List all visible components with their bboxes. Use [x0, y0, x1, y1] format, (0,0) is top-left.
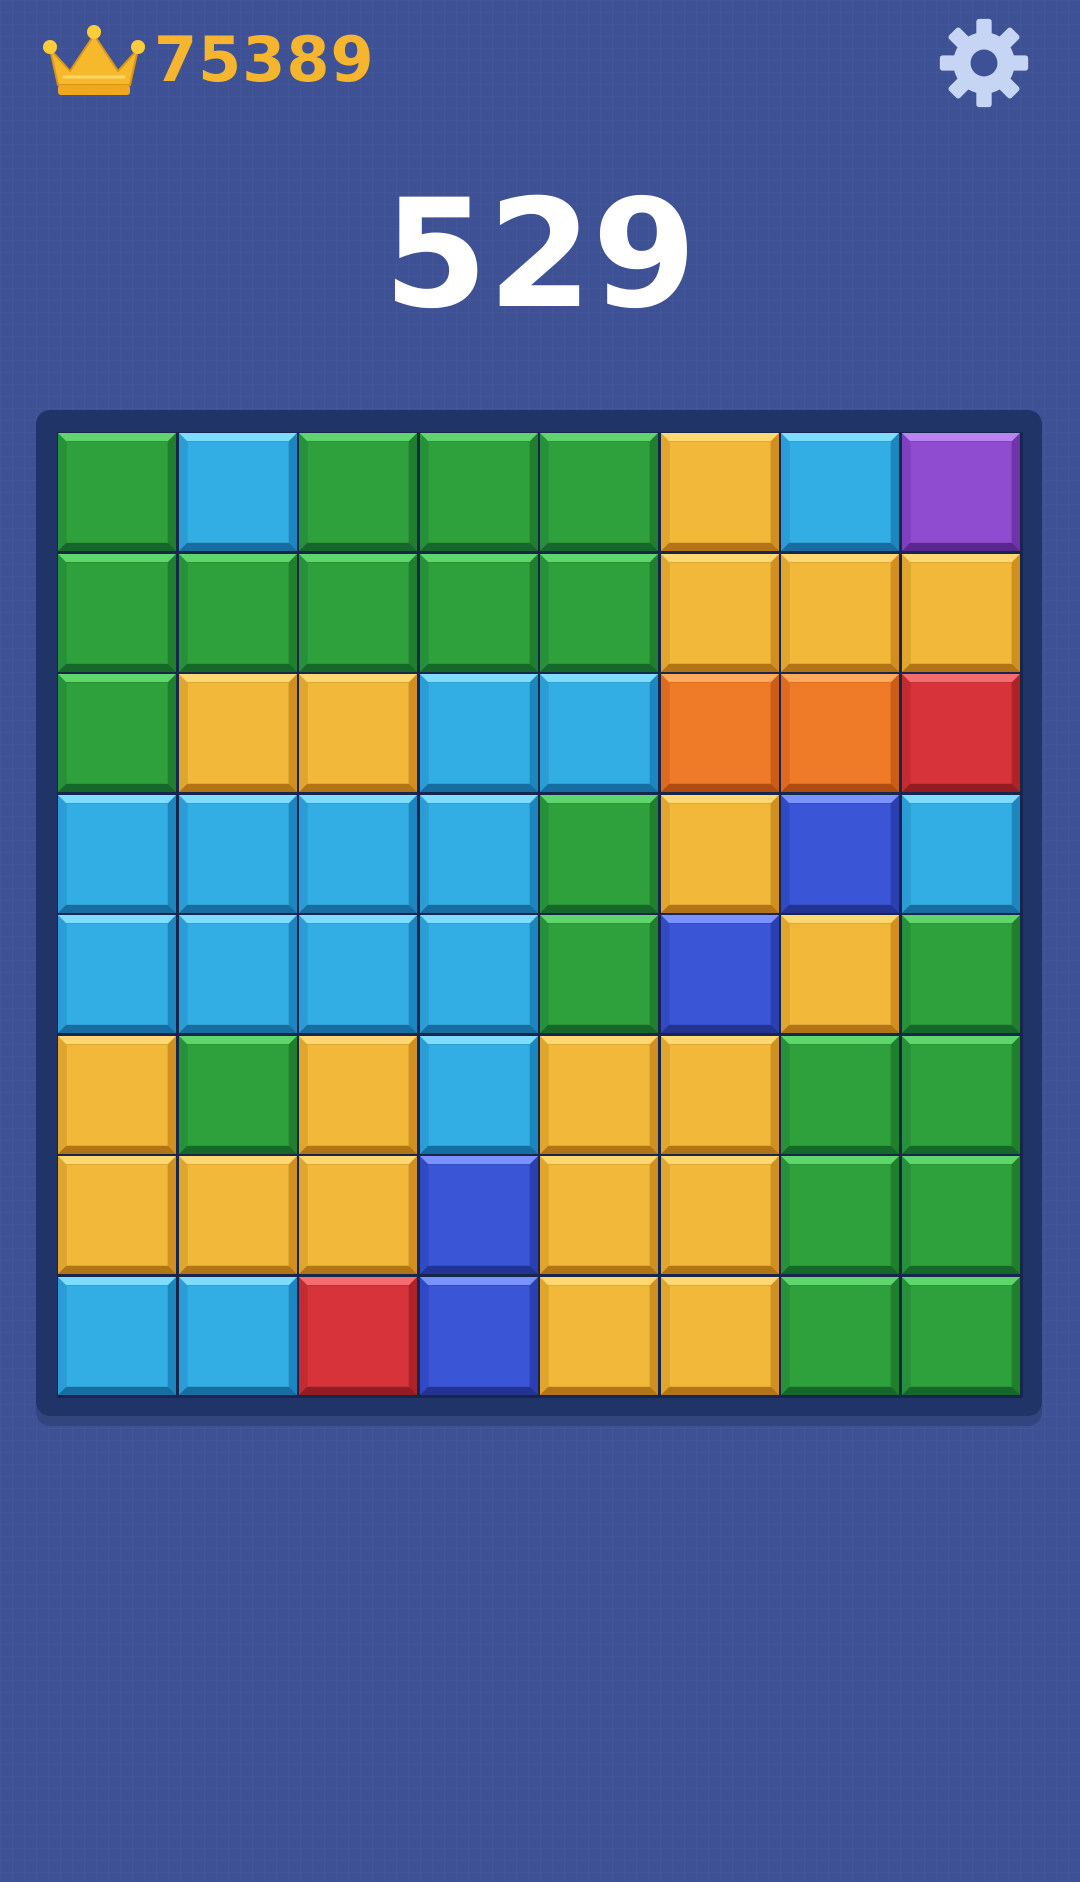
block-yellow[interactable] [902, 554, 1020, 672]
block-green[interactable] [58, 433, 176, 551]
block-yellow[interactable] [58, 1036, 176, 1154]
block-blue[interactable] [781, 795, 899, 913]
best-score-display: 75389 [40, 16, 375, 104]
block-yellow[interactable] [661, 1036, 779, 1154]
block-blue[interactable] [420, 1277, 538, 1395]
block-yellow[interactable] [540, 1156, 658, 1274]
block-yellow[interactable] [781, 915, 899, 1033]
block-yellow[interactable] [179, 1156, 297, 1274]
block-green[interactable] [179, 1036, 297, 1154]
block-purple[interactable] [902, 433, 1020, 551]
block-cyan[interactable] [902, 795, 1020, 913]
block-cyan[interactable] [58, 915, 176, 1033]
block-yellow[interactable] [661, 795, 779, 913]
settings-button[interactable] [936, 15, 1032, 111]
block-green[interactable] [420, 554, 538, 672]
block-green[interactable] [299, 554, 417, 672]
block-green[interactable] [58, 554, 176, 672]
game-board [57, 432, 1023, 1398]
top-bar: 75389 [0, 0, 1080, 120]
block-orange[interactable] [781, 674, 899, 792]
current-score: 529 [383, 168, 697, 342]
block-cyan[interactable] [58, 795, 176, 913]
block-green[interactable] [902, 915, 1020, 1033]
block-green[interactable] [781, 1156, 899, 1274]
block-cyan[interactable] [420, 1036, 538, 1154]
block-cyan[interactable] [179, 915, 297, 1033]
block-yellow[interactable] [661, 433, 779, 551]
block-cyan[interactable] [781, 433, 899, 551]
block-yellow[interactable] [299, 1036, 417, 1154]
block-green[interactable] [179, 554, 297, 672]
block-cyan[interactable] [179, 795, 297, 913]
block-cyan[interactable] [420, 915, 538, 1033]
block-yellow[interactable] [179, 674, 297, 792]
block-green[interactable] [902, 1277, 1020, 1395]
crown-icon [43, 25, 145, 95]
block-cyan[interactable] [179, 433, 297, 551]
block-yellow[interactable] [661, 1156, 779, 1274]
block-green[interactable] [781, 1036, 899, 1154]
best-score-value: 75389 [154, 23, 375, 96]
block-cyan[interactable] [299, 915, 417, 1033]
block-yellow[interactable] [58, 1156, 176, 1274]
block-blue[interactable] [661, 915, 779, 1033]
block-yellow[interactable] [661, 1277, 779, 1395]
block-green[interactable] [540, 433, 658, 551]
block-cyan[interactable] [58, 1277, 176, 1395]
block-red[interactable] [902, 674, 1020, 792]
block-orange[interactable] [661, 674, 779, 792]
block-green[interactable] [58, 674, 176, 792]
block-green[interactable] [540, 795, 658, 913]
block-blue[interactable] [420, 1156, 538, 1274]
block-cyan[interactable] [420, 795, 538, 913]
block-green[interactable] [902, 1156, 1020, 1274]
block-green[interactable] [781, 1277, 899, 1395]
block-cyan[interactable] [420, 674, 538, 792]
block-yellow[interactable] [540, 1277, 658, 1395]
block-red[interactable] [299, 1277, 417, 1395]
block-cyan[interactable] [540, 674, 658, 792]
block-green[interactable] [299, 433, 417, 551]
gear-icon [939, 18, 1029, 108]
block-green[interactable] [420, 433, 538, 551]
block-yellow[interactable] [299, 674, 417, 792]
block-yellow[interactable] [540, 1036, 658, 1154]
block-green[interactable] [540, 554, 658, 672]
block-cyan[interactable] [299, 795, 417, 913]
block-yellow[interactable] [299, 1156, 417, 1274]
block-green[interactable] [540, 915, 658, 1033]
block-green[interactable] [902, 1036, 1020, 1154]
block-yellow[interactable] [661, 554, 779, 672]
block-cyan[interactable] [179, 1277, 297, 1395]
block-yellow[interactable] [781, 554, 899, 672]
